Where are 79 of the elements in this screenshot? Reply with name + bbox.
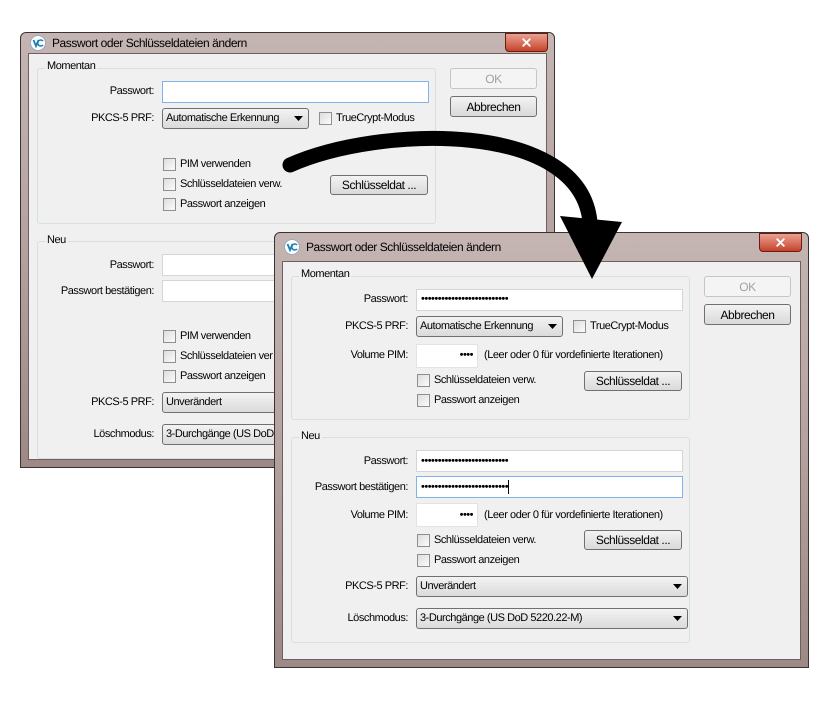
dropdown-value: Unverändert [166, 394, 222, 410]
checkbox-label: TrueCrypt-Modus [336, 111, 414, 126]
checkbox[interactable] [163, 178, 176, 191]
field-label: PKCS-5 PRF: [91, 111, 154, 126]
text-cursor [508, 480, 510, 494]
dropdown-value: 3-Durchgänge (US DoD 5220.22-M) [420, 610, 582, 626]
dialog-button[interactable]: Abbrechen [450, 96, 537, 117]
password-field[interactable]: •••••••••••••••••••••••••• [416, 450, 683, 472]
checkbox-label: Schlüsseldateien verw. [434, 532, 536, 548]
checkbox[interactable] [319, 112, 332, 125]
field-label: Volume PIM: [350, 348, 408, 364]
dropdown-caret-icon [548, 324, 557, 329]
close-icon [774, 236, 787, 249]
field-label: Passwort: [364, 292, 408, 308]
field-label: Volume PIM: [350, 508, 408, 523]
password-field[interactable] [162, 80, 429, 102]
checkbox[interactable] [163, 350, 176, 362]
keyfiles-button[interactable]: Schlüsseldat ... [584, 370, 682, 390]
dropdown-caret-icon [673, 584, 682, 588]
pim-field[interactable]: •••• [416, 503, 478, 527]
field-label: PKCS-5 PRF: [345, 578, 408, 594]
masked-password: •••••••••••••••••••••••••• [421, 454, 508, 469]
dropdown-value: Automatische Erkennung [420, 319, 534, 334]
field-label: Löschmodus: [348, 610, 408, 626]
field-label: Passwort bestätigen: [60, 284, 154, 299]
masked-pim: •••• [460, 348, 473, 364]
checkbox-label: Passwort anzeigen [180, 197, 266, 212]
dropdown-caret-icon [294, 116, 303, 121]
checkbox[interactable] [163, 198, 176, 211]
field-label: Passwort: [364, 454, 408, 469]
dropdown[interactable]: Unverändert [416, 576, 688, 596]
dropdown-value: Unverändert [420, 578, 476, 594]
masked-password: •••••••••••••••••••••••••• [421, 292, 508, 308]
field-label: Passwort bestätigen: [314, 480, 408, 495]
pim-hint: (Leer oder 0 für vordefinierte Iterationen) [484, 348, 663, 364]
pim-field[interactable]: •••• [416, 344, 478, 368]
field-label: PKCS-5 PRF: [91, 394, 154, 410]
close-button[interactable] [759, 233, 802, 252]
password-field[interactable]: •••••••••••••••••••••••••• [416, 288, 683, 310]
checkbox-label: Passwort anzeigen [434, 552, 520, 568]
checkbox[interactable] [163, 370, 176, 382]
dropdown-value: Automatische Erkennung [166, 111, 280, 126]
checkbox-label: PIM verwenden [180, 328, 251, 344]
pim-hint: (Leer oder 0 für vordefinierte Iterationen) [484, 508, 663, 523]
checkbox-label: Schlüsseldateien verw. [434, 373, 536, 388]
close-button[interactable] [505, 33, 548, 52]
checkbox-label: Schlüsseldateien ver [180, 348, 273, 364]
masked-password: •••••••••••••••••••••••••• [421, 480, 508, 495]
checkbox-label: TrueCrypt-Modus [590, 319, 668, 334]
field-label: Löschmodus: [94, 426, 154, 442]
window-title: Passwort oder Schlüsseldateien ändern [306, 239, 501, 256]
checkbox[interactable] [417, 534, 430, 546]
dropdown-value: 3-Durchgänge (US DoD [166, 426, 274, 442]
field-label: Passwort: [110, 258, 154, 273]
checkbox-label: PIM verwenden [180, 157, 251, 172]
close-icon [520, 36, 533, 49]
checkbox-label: Passwort anzeigen [434, 393, 520, 408]
checkbox[interactable] [417, 394, 430, 407]
dropdown[interactable]: Automatische Erkennung [162, 108, 309, 129]
checkbox-label: Passwort anzeigen [180, 368, 266, 384]
keyfiles-button[interactable]: Schlüsseldat ... [330, 174, 428, 194]
checkbox[interactable] [573, 320, 586, 333]
password-field[interactable]: •••••••••••••••••••••••••• [416, 476, 683, 498]
field-label: PKCS-5 PRF: [345, 319, 408, 334]
checkbox-label: Schlüsseldateien verw. [180, 177, 282, 192]
dialog-button[interactable]: Abbrechen [704, 304, 791, 325]
checkbox[interactable] [417, 374, 430, 387]
window-title: Passwort oder Schlüsseldateien ändern [52, 35, 247, 52]
keyfiles-button[interactable]: Schlüsseldat ... [584, 530, 682, 550]
checkbox[interactable] [417, 554, 430, 566]
checkbox[interactable] [163, 330, 176, 342]
dropdown[interactable]: 3-Durchgänge (US DoD 5220.22-M) [416, 608, 688, 628]
dropdown[interactable]: Automatische Erkennung [416, 316, 563, 337]
masked-pim: •••• [460, 508, 473, 523]
app-icon [284, 239, 300, 255]
checkbox[interactable] [163, 158, 176, 171]
field-label: Passwort: [110, 84, 154, 100]
app-icon [30, 35, 46, 51]
dropdown-caret-icon [673, 616, 682, 620]
